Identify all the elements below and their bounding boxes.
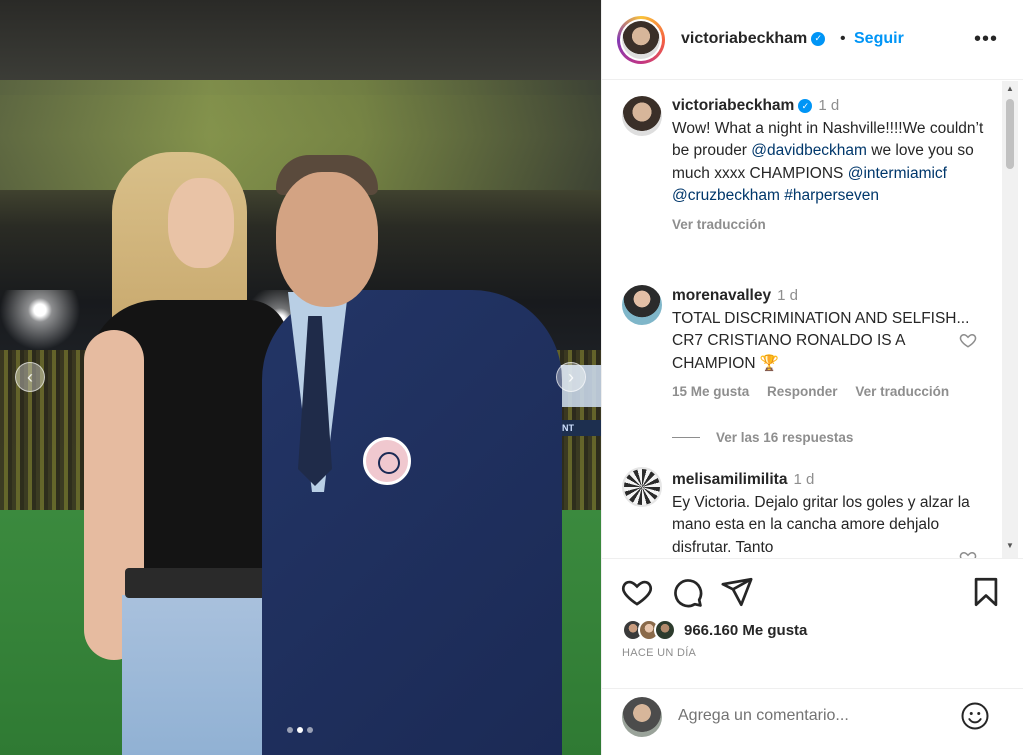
caption-translate-link[interactable]: Ver traducción: [672, 217, 766, 232]
comments-list[interactable]: victoriabeckham ✓ 1 d Wow! What a night in…: [602, 81, 1002, 558]
scroll-down-arrow-icon[interactable]: ▼: [1006, 541, 1014, 550]
comment-author[interactable]: morenavalley: [672, 287, 771, 304]
post-timestamp[interactable]: HACE UN DÍA: [622, 647, 696, 659]
commenter-avatar[interactable]: [622, 467, 662, 507]
carousel-prev-button[interactable]: ‹: [15, 362, 45, 392]
caption-time[interactable]: 1 d: [818, 97, 839, 114]
post-header: victoriabeckham ✓ • Seguir •••: [602, 0, 1023, 80]
likes-summary[interactable]: 966.160 Me gusta: [622, 619, 807, 641]
club-crest: [363, 437, 411, 485]
caption-author-avatar[interactable]: [622, 96, 662, 136]
heart-icon: [959, 333, 977, 348]
comment-author[interactable]: melisamilimilita: [672, 471, 787, 488]
share-button[interactable]: [720, 575, 754, 609]
share-icon: [721, 577, 753, 607]
more-icon[interactable]: •••: [974, 28, 998, 51]
heart-icon: [621, 580, 653, 606]
reply-button[interactable]: Responder: [767, 384, 838, 399]
caption-author[interactable]: victoriabeckham: [672, 97, 794, 114]
author-username-text: victoriabeckham: [681, 30, 808, 47]
verified-icon: ✓: [798, 98, 813, 113]
scroll-up-arrow-icon[interactable]: ▲: [1006, 84, 1014, 93]
view-replies-button[interactable]: Ver las 16 respuestas: [672, 430, 853, 445]
post-actions: 966.160 Me gusta HACE UN DÍA: [602, 558, 1023, 688]
emoji-button[interactable]: [960, 701, 990, 731]
comment-item: morenavalley 1 d TOTAL DISCRIMINATION AND…: [672, 285, 992, 404]
liker-avatar: [654, 619, 676, 641]
header-separator: •: [840, 30, 846, 47]
carousel-next-button[interactable]: ›: [556, 362, 586, 392]
person-woman-face: [168, 178, 234, 268]
comment-time[interactable]: 1 d: [793, 471, 814, 488]
carousel-dot: [287, 727, 293, 733]
post-side-panel: victoriabeckham ✓ • Seguir ••• victoriabe…: [601, 0, 1023, 755]
comment-like-button[interactable]: [959, 549, 977, 558]
comment-icon: [674, 579, 703, 608]
bookmark-icon: [974, 577, 998, 607]
author-avatar-story-ring[interactable]: [617, 16, 665, 64]
likes-count[interactable]: 966.160 Me gusta: [684, 622, 807, 639]
chevron-left-icon: ‹: [27, 366, 33, 387]
comment-like-button[interactable]: [959, 331, 977, 354]
comment-button[interactable]: [670, 575, 704, 609]
carousel-indicator: [287, 727, 313, 733]
person-man-face: [276, 172, 378, 307]
current-user-avatar: [622, 697, 662, 737]
mention-link[interactable]: @intermiamicf: [848, 165, 947, 182]
hashtag-link[interactable]: #harperseven: [784, 187, 879, 204]
view-replies-label: Ver las 16 respuestas: [716, 430, 854, 445]
comment-translate-link[interactable]: Ver traducción: [855, 384, 949, 399]
person-woman-belt: [125, 568, 280, 598]
chevron-right-icon: ›: [568, 366, 574, 387]
post-photo[interactable]: RENASANT ‹ ›: [0, 0, 601, 755]
comment-time[interactable]: 1 d: [777, 287, 798, 304]
author-username[interactable]: victoriabeckham ✓: [681, 30, 826, 48]
replies-divider: [672, 437, 700, 438]
comment-likes[interactable]: 15 Me gusta: [672, 384, 749, 399]
caption: victoriabeckham ✓ 1 d Wow! What a night in…: [672, 95, 992, 236]
add-comment-bar: [602, 688, 1023, 755]
mention-link[interactable]: @cruzbeckham: [672, 187, 780, 204]
commenter-avatar[interactable]: [622, 285, 662, 325]
carousel-dot: [307, 727, 313, 733]
carousel-dot: [297, 727, 303, 733]
save-button[interactable]: [969, 575, 1003, 609]
comment-input[interactable]: [678, 707, 948, 725]
emoji-icon: [961, 702, 989, 730]
comments-scrollbar[interactable]: ▲ ▼: [1002, 81, 1018, 558]
comment-text: TOTAL DISCRIMINATION AND SELFISH... CR7 …: [672, 309, 970, 372]
verified-icon: ✓: [811, 31, 826, 46]
follow-button[interactable]: Seguir: [854, 30, 904, 48]
comment-item: melisamilimilita 1 d Ey Victoria. Dejalo …: [672, 469, 992, 558]
heart-icon: [959, 551, 977, 558]
author-avatar: [622, 21, 660, 59]
like-button[interactable]: [620, 575, 654, 609]
mention-link[interactable]: @davidbeckham: [751, 142, 867, 159]
scrollbar-thumb[interactable]: [1006, 99, 1014, 169]
comment-text: Ey Victoria. Dejalo gritar los goles y a…: [672, 493, 970, 556]
